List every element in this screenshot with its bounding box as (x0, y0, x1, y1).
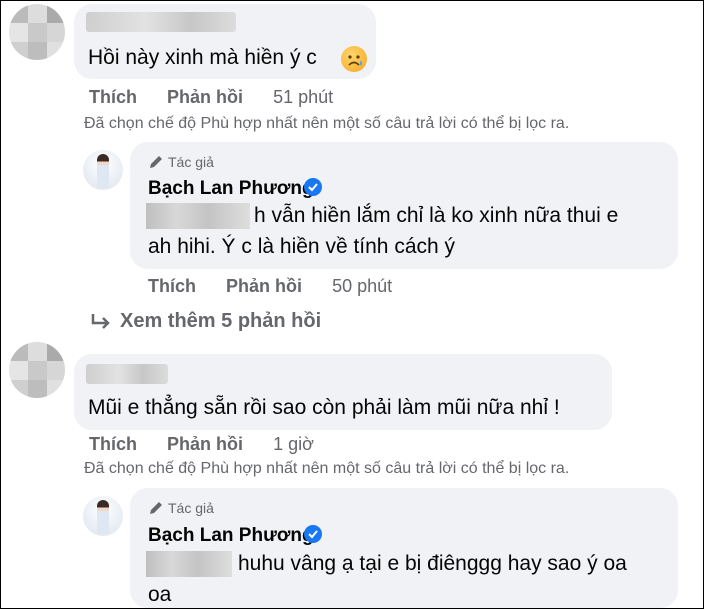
author-avatar[interactable] (83, 496, 123, 536)
reply-actions: Thích Phản hồi 50 phút (148, 276, 392, 297)
reply-text-line2: ah hihi. Ý c là hiền về tính cách ý (148, 235, 456, 258)
author-badge: Tác giả (148, 500, 214, 516)
author-pencil-icon (150, 156, 162, 168)
filtered-replies-notice: Đã chọn chế độ Phù hợp nhất nên một số c… (84, 115, 570, 132)
commenter-avatar-blurred[interactable] (9, 342, 65, 398)
author-badge: Tác giả (148, 154, 214, 170)
commenter-avatar-blurred[interactable] (9, 4, 65, 60)
comment-timestamp[interactable]: 51 phút (273, 87, 333, 107)
author-badge-label: Tác giả (168, 154, 214, 170)
author-name[interactable]: Bạch Lan Phương (148, 525, 314, 547)
mention-blurred[interactable] (146, 203, 250, 229)
reply-button[interactable]: Phản hồi (167, 434, 243, 454)
like-button[interactable]: Thích (89, 87, 137, 107)
reply-timestamp[interactable]: 50 phút (332, 276, 392, 296)
reply-button[interactable]: Phản hồi (167, 87, 243, 107)
commenter-name-blurred[interactable] (86, 12, 236, 32)
verified-badge-icon (304, 178, 322, 196)
reply-text-line2: oa (148, 583, 172, 606)
author-badge-label: Tác giả (168, 500, 214, 516)
like-button[interactable]: Thích (148, 276, 196, 296)
author-name[interactable]: Bạch Lan Phương (148, 178, 314, 200)
author-pencil-icon (150, 502, 162, 514)
see-more-replies-link[interactable]: Xem thêm 5 phản hồi (90, 310, 321, 333)
verified-badge-icon (304, 525, 322, 543)
comment-text: Hồi này xinh mà hiền ý c (88, 46, 317, 69)
comment-actions: Thích Phản hồi 1 giờ (89, 434, 314, 455)
author-avatar[interactable] (83, 150, 123, 190)
mention-blurred[interactable] (146, 551, 232, 577)
commenter-name-blurred[interactable] (86, 364, 168, 384)
comment-timestamp[interactable]: 1 giờ (273, 434, 314, 454)
filtered-replies-notice: Đã chọn chế độ Phù hợp nhất nên một số c… (84, 460, 570, 477)
reply-text-line1: h vẫn hiền lắm chỉ là ko xinh nữa thui e (254, 204, 619, 227)
sad-face-emoji-icon (341, 46, 367, 72)
comment-actions: Thích Phản hồi 51 phút (89, 87, 333, 108)
see-more-label: Xem thêm 5 phản hồi (120, 310, 322, 332)
comment-text: Mũi e thẳng sẵn rồi sao còn phải làm mũi… (88, 396, 560, 419)
reply-button[interactable]: Phản hồi (226, 276, 302, 296)
reply-text-line1: huhu vâng ạ tại e bị điênggg hay sao ý o… (238, 552, 627, 575)
reply-arrow-icon (91, 313, 110, 329)
like-button[interactable]: Thích (89, 434, 137, 454)
